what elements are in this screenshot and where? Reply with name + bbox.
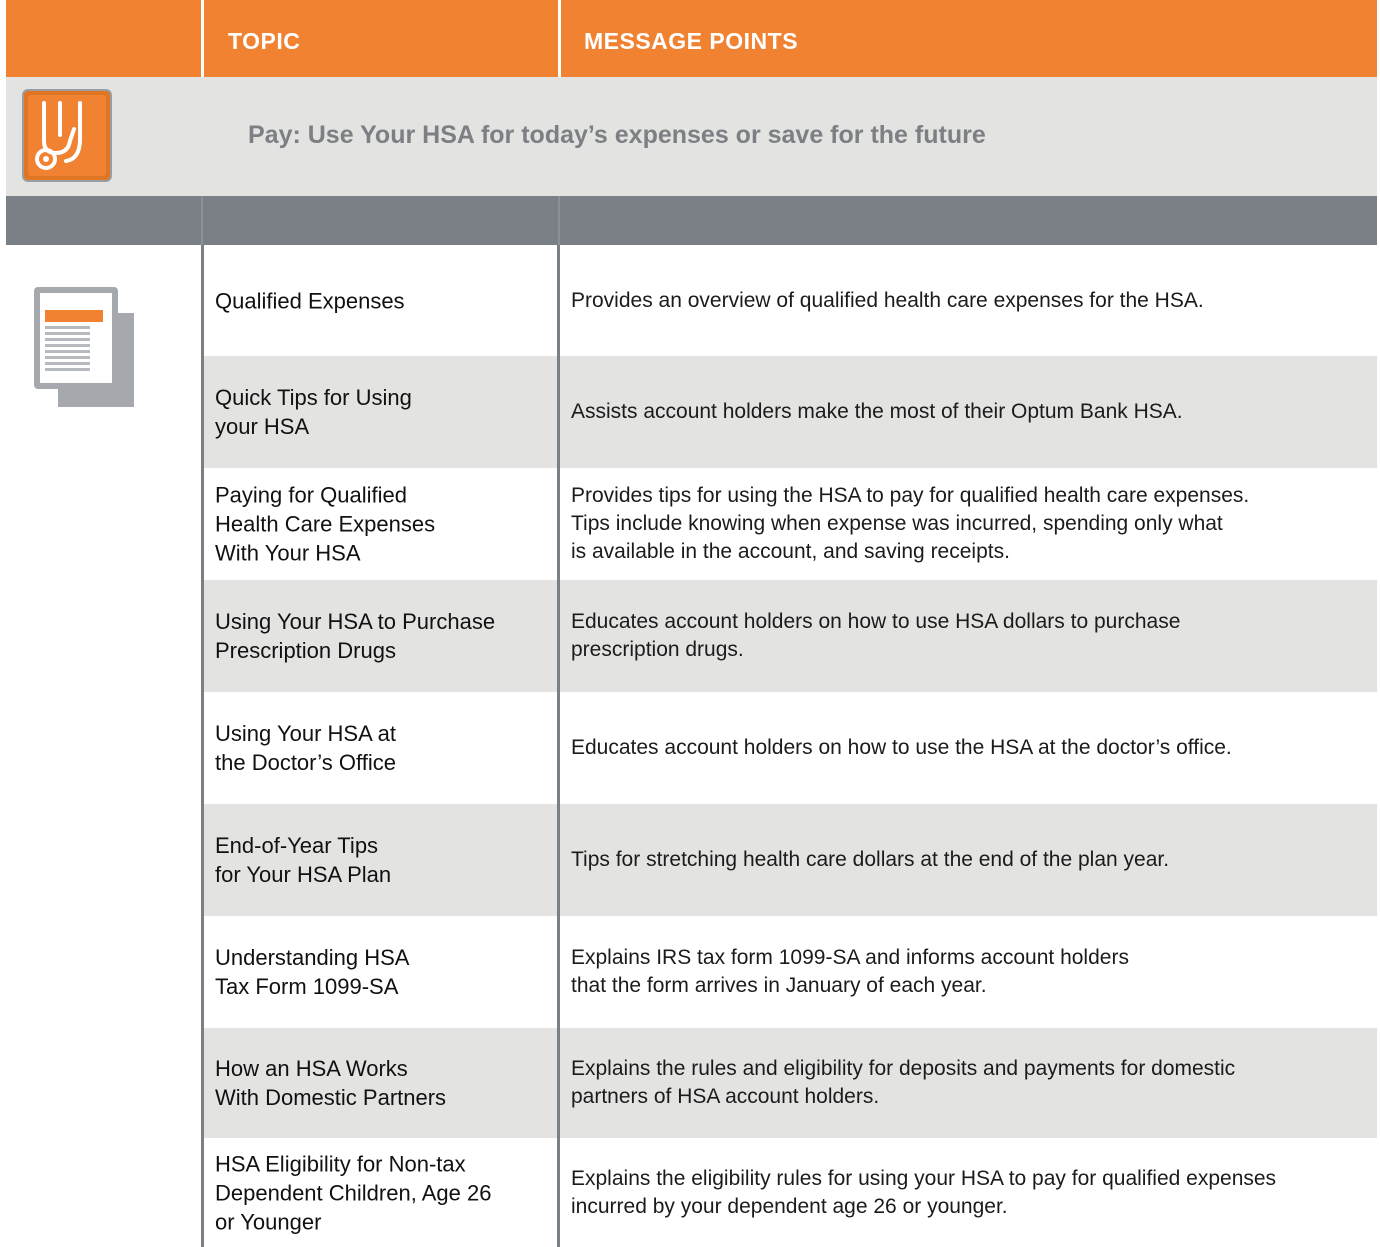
header-divider: [201, 0, 204, 77]
topic-cell: Paying for Qualified Health Care Expense…: [215, 482, 436, 566]
message-cell: Explains IRS tax form 1099-SA and inform…: [571, 946, 1129, 997]
topic-cell: How an HSA Works With Domestic Partners: [215, 1056, 447, 1110]
topic-cell: Using Your HSA at the Doctor’s Office: [215, 721, 397, 775]
topic-cell: HSA Eligibility for Non-tax Dependent Ch…: [215, 1151, 492, 1234]
table-row: Using Your HSA to Purchase Prescription …: [204, 580, 1377, 692]
header-topic: TOPIC: [228, 28, 301, 54]
topic-cell: Qualified Expenses: [215, 288, 405, 313]
header-divider: [558, 0, 561, 77]
stethoscope-icon: [22, 89, 112, 182]
topic-cell: End-of-Year Tips for Your HSA Plan: [215, 833, 392, 887]
column-divider: [201, 245, 204, 1247]
message-cell: Assists account holders make the most of…: [571, 400, 1183, 423]
table-row: HSA Eligibility for Non-tax Dependent Ch…: [204, 1138, 1377, 1247]
table-row: Using Your HSA at the Doctor’s Office Ed…: [204, 692, 1377, 804]
message-cell: Explains the rules and eligibility for d…: [571, 1057, 1236, 1108]
table-row: Paying for Qualified Health Care Expense…: [204, 468, 1377, 580]
message-cell: Explains the eligibility rules for using…: [571, 1166, 1277, 1218]
message-cell: Tips for stretching health care dollars …: [571, 848, 1170, 871]
column-divider: [558, 196, 560, 245]
message-cell: Provides tips for using the HSA to pay f…: [571, 484, 1250, 563]
header-message-points: MESSAGE POINTS: [584, 28, 799, 54]
message-cell: Educates account holders on how to use H…: [571, 610, 1181, 661]
column-divider: [557, 245, 560, 1247]
topic-cell: Using Your HSA to Purchase Prescription …: [215, 609, 496, 663]
table-row: Understanding HSA Tax Form 1099-SA Expla…: [204, 916, 1377, 1028]
message-cell: Provides an overview of qualified health…: [571, 288, 1204, 312]
topic-cell: Quick Tips for Using your HSA: [215, 385, 412, 439]
column-divider: [201, 196, 203, 245]
table-row: Qualified Expenses Provides an overview …: [204, 245, 1377, 356]
document-stack-icon: [34, 287, 134, 407]
gray-band: [6, 196, 1377, 245]
message-cell: Educates account holders on how to use t…: [571, 736, 1232, 759]
table-row: End-of-Year Tips for Your HSA Plan Tips …: [204, 804, 1377, 916]
table-row: How an HSA Works With Domestic Partners …: [204, 1028, 1377, 1138]
topic-cell: Understanding HSA Tax Form 1099-SA: [215, 945, 410, 999]
table-row: Quick Tips for Using your HSA Assists ac…: [204, 356, 1377, 468]
section-title: Pay: Use Your HSA for today’s expenses o…: [248, 121, 986, 149]
